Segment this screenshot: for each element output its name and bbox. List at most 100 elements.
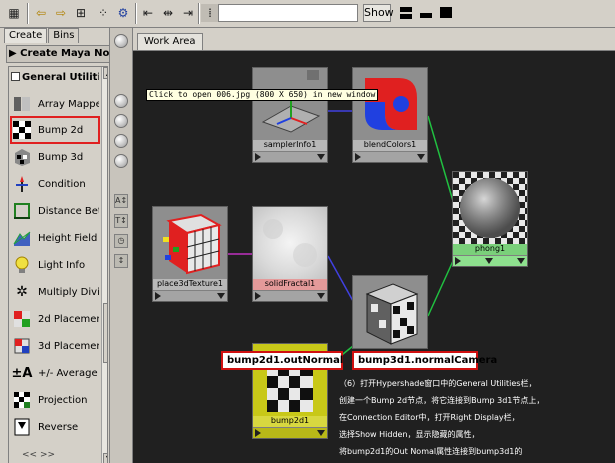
sort-by-name-icon[interactable]: A↕: [114, 194, 128, 208]
node-solid-fractal[interactable]: solidFractal1: [252, 206, 328, 302]
scroll-thumb[interactable]: [103, 303, 107, 363]
node-ports: [153, 290, 227, 301]
wire-bump3d-to-phong: [427, 260, 454, 317]
node-blend-colors[interactable]: blendColors1: [352, 67, 428, 163]
arrow-left-icon[interactable]: ⇦: [31, 3, 51, 23]
view-top-icon[interactable]: [436, 3, 456, 23]
phong-swatch: [453, 172, 527, 244]
node-ports: [253, 427, 327, 438]
list-item-multiply-divide[interactable]: ✲ Multiply Divid: [11, 279, 99, 305]
node-phong[interactable]: phong1: [452, 171, 528, 267]
instruction-line: 创建一个Bump 2d节点，将它连接到Bump 3d1节点上，: [339, 396, 545, 405]
node-name: place3dTexture1: [153, 279, 227, 290]
node-name: blendColors1: [353, 140, 427, 151]
list-item-label: +/- Average: [38, 367, 98, 379]
create-maya-nodes-menu[interactable]: ▶ Create Maya Node: [6, 45, 110, 63]
solid-fractal-swatch: [253, 207, 327, 279]
list-item-label: Height Field: [38, 232, 98, 244]
list-item-projection[interactable]: Projection: [11, 387, 99, 413]
category-header[interactable]: General Utilities: [11, 70, 99, 87]
list-item-label: Condition: [38, 178, 86, 190]
search-input[interactable]: [218, 4, 358, 22]
list-item-3d-placement[interactable]: 3d Placemen: [11, 333, 99, 359]
work-area-canvas[interactable]: samplerInfo1 blendColors1 phong1 place3d…: [133, 50, 615, 463]
blend-colors-swatch: [353, 68, 427, 140]
graph-icon[interactable]: ▦: [4, 3, 24, 23]
show-button[interactable]: Show: [363, 4, 394, 22]
instruction-line: 选择Show Hidden，显示隐藏的属性，: [339, 430, 480, 439]
node-ports: [253, 290, 327, 301]
tab-bins[interactable]: Bins: [48, 28, 80, 43]
list-item-bump-2d[interactable]: Bump 2d: [10, 116, 100, 144]
swatch-sphere-icon[interactable]: [114, 34, 128, 48]
list-item-array-mapper[interactable]: Array Mapper: [11, 91, 99, 117]
instruction-text: （6）打开Hypershade窗口中的General Utilities栏， 创…: [339, 375, 609, 460]
toolbar-separator: [135, 3, 137, 24]
hypershade-toolbar: ▦ ⇦ ⇨ ⊞ ⁘ ⚙ ⇤ ⇹ ⇥ ⁞ Show: [0, 0, 615, 28]
scroll-up-icon[interactable]: ▲: [103, 67, 107, 79]
list-item-label: 2d Placemen: [38, 313, 99, 325]
node-place3d-texture[interactable]: place3dTexture1: [152, 206, 228, 302]
list-item-label: Light Info: [38, 259, 86, 271]
2d-placement-icon: [11, 308, 33, 330]
list-item-condition[interactable]: Condition: [11, 171, 99, 197]
instruction-line: 将bump2d1的Out Nomal属性连接到bump3d1的: [339, 447, 523, 456]
work-area-tabs: Work Area: [133, 28, 615, 50]
array-mapper-icon: [11, 93, 33, 115]
view-both-icon[interactable]: [396, 3, 416, 23]
node-name: phong1: [453, 244, 527, 255]
sort-by-time-icon[interactable]: ◷: [114, 234, 128, 248]
list-item-distance-between[interactable]: Distance Bet: [11, 198, 99, 224]
category-label: General Utilities: [22, 72, 99, 83]
hypershade-side-toolbar: A↕ T↕ ◷ ↕: [110, 28, 133, 463]
instruction-line: （6）打开Hypershade窗口中的General Utilities栏，: [339, 379, 537, 388]
node-list-scrollbar[interactable]: ▲ ▼: [101, 67, 107, 463]
panel-tabs: Create Bins: [4, 28, 80, 44]
node-sampler-info[interactable]: samplerInfo1: [252, 67, 328, 163]
list-item-label: Bump 3d: [38, 151, 84, 163]
in-out-connections-icon[interactable]: ⇹: [158, 3, 178, 23]
list-item-2d-placement[interactable]: 2d Placemen: [11, 306, 99, 332]
instruction-line: 在Connection Editor中，打开Right Display栏，: [339, 413, 520, 422]
list-item-reverse[interactable]: Reverse: [11, 414, 99, 440]
swatch-sphere-icon[interactable]: [114, 154, 128, 168]
list-item-label: Bump 2d: [38, 124, 84, 136]
swatch-sphere-icon[interactable]: [114, 114, 128, 128]
list-item-height-field[interactable]: Height Field: [11, 225, 99, 251]
output-connections-icon[interactable]: ⇥: [178, 3, 198, 23]
collapse-checkbox-icon: [11, 72, 20, 81]
sort-reverse-icon[interactable]: ↕: [114, 254, 128, 268]
list-item-bump-3d[interactable]: Bump 3d: [11, 144, 99, 170]
distance-between-icon: [11, 200, 33, 222]
list-item-label: Multiply Divid: [38, 286, 99, 298]
node-list: General Utilities Array Mapper Bump 2d B…: [8, 66, 108, 463]
swatch-sphere-icon[interactable]: [114, 94, 128, 108]
node-ports: [353, 151, 427, 162]
rearrange-icon[interactable]: ⊞: [71, 3, 91, 23]
arrow-right-icon[interactable]: ⇨: [51, 3, 71, 23]
tab-create[interactable]: Create: [4, 28, 48, 43]
list-item-plus-minus-average[interactable]: ±A +/- Average: [11, 360, 99, 386]
view-bottom-icon[interactable]: [416, 3, 436, 23]
height-field-icon: [11, 227, 33, 249]
light-info-icon: [11, 254, 33, 276]
node-bump3d[interactable]: [352, 275, 428, 349]
list-item-label: Projection: [38, 394, 88, 406]
bump-2d-icon: [11, 119, 33, 141]
multiply-divide-icon: ✲: [16, 284, 28, 300]
list-item-label: Array Mapper: [38, 98, 99, 110]
list-item-light-info[interactable]: Light Info: [11, 252, 99, 278]
filter-handle-icon[interactable]: ⁞: [200, 3, 220, 23]
sort-by-type-icon[interactable]: T↕: [114, 214, 128, 228]
tab-work-area[interactable]: Work Area: [137, 33, 203, 50]
grid-nodes-icon[interactable]: ⁘: [93, 3, 113, 23]
panel-nav[interactable]: << >>: [0, 450, 110, 462]
wire-blend-to-phong: [427, 115, 454, 202]
swatch-sphere-icon[interactable]: [114, 134, 128, 148]
node-name: samplerInfo1: [253, 140, 327, 151]
list-item-label: Distance Bet: [38, 205, 99, 217]
list-item-label: Reverse: [38, 421, 79, 433]
network-icon[interactable]: ⚙: [113, 3, 133, 23]
condition-icon: [11, 173, 33, 195]
input-connections-icon[interactable]: ⇤: [138, 3, 158, 23]
